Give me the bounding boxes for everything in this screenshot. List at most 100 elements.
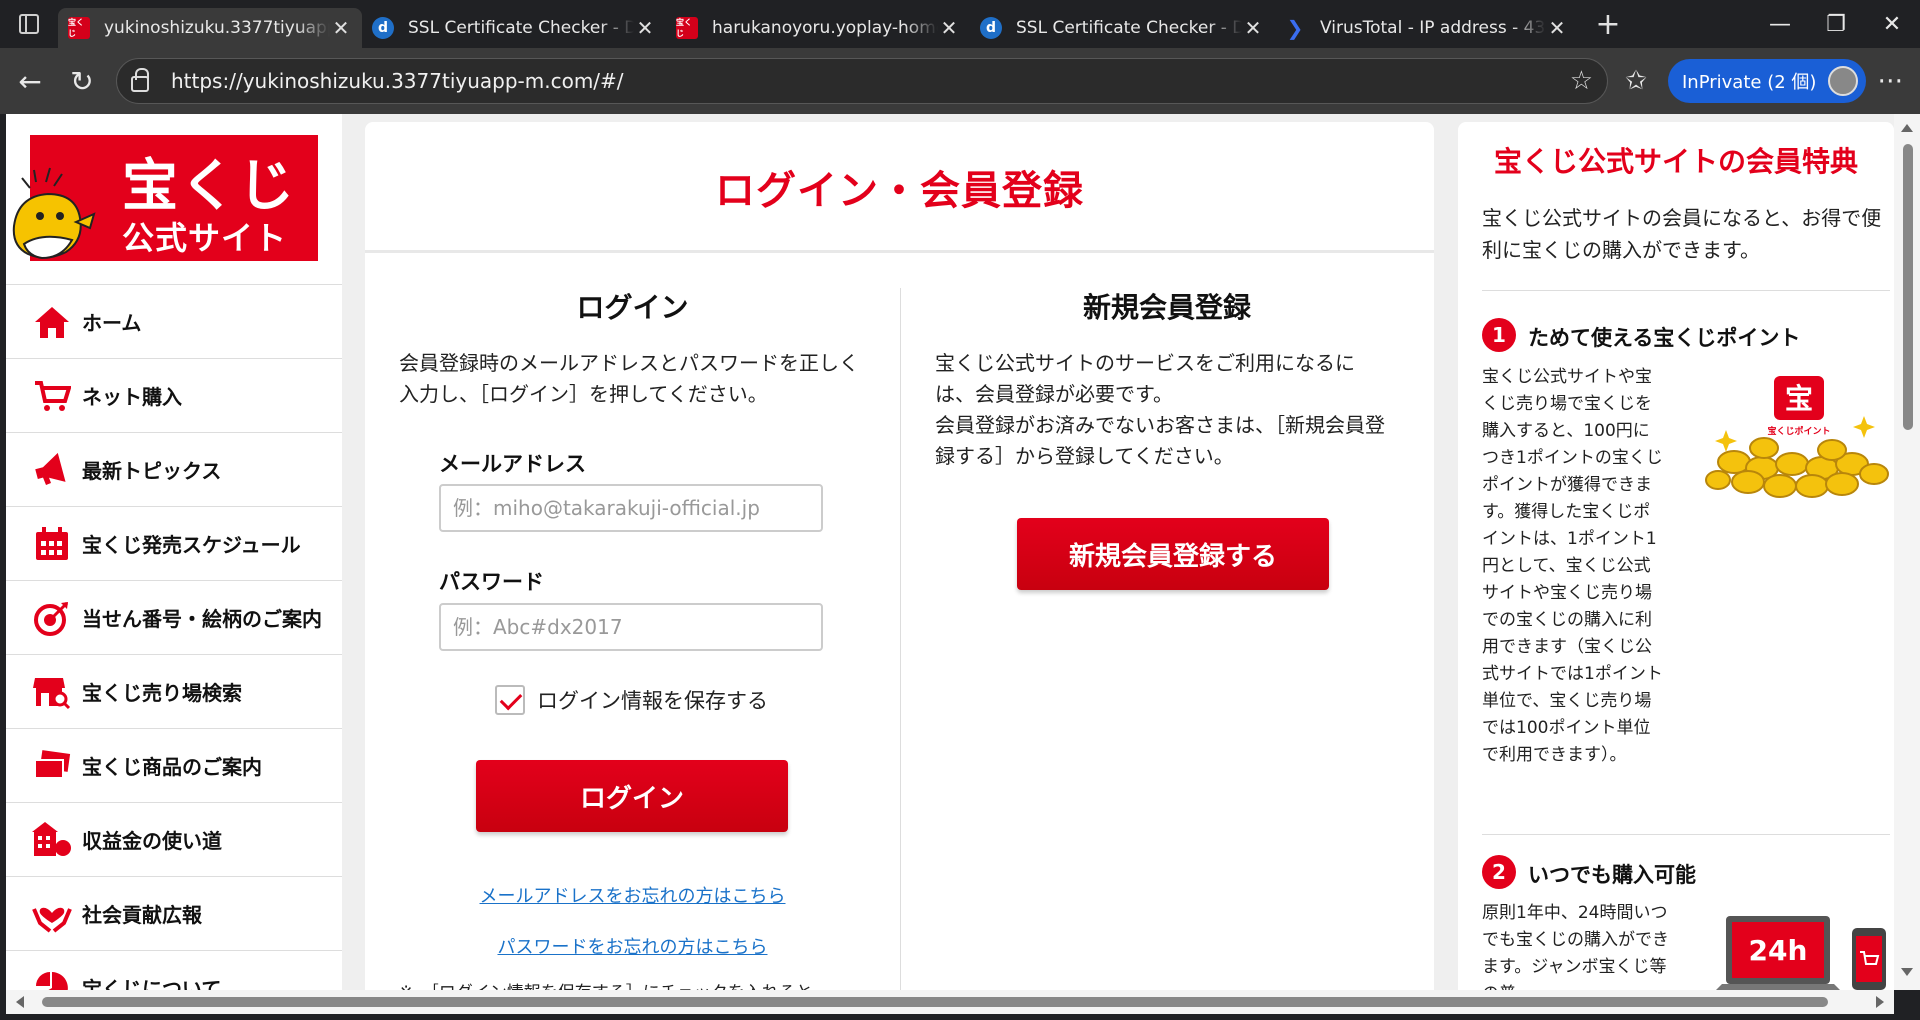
tab-actions-icon	[19, 14, 39, 34]
tab-close-icon[interactable]: ✕	[1546, 16, 1568, 40]
favorites-button[interactable]: ✩	[1608, 66, 1664, 96]
scroll-right-icon[interactable]	[1876, 996, 1884, 1008]
points-caption: 宝くじポイント	[1767, 425, 1830, 437]
tab-actions-button[interactable]	[0, 0, 58, 48]
email-label: メールアドレス	[439, 452, 586, 476]
sidebar-item-label: ネット購入	[82, 385, 182, 409]
profile-avatar	[1828, 66, 1859, 96]
register-button[interactable]: 新規会員登録する	[1017, 518, 1329, 590]
more-menu-button[interactable]: ⋯	[1866, 66, 1914, 96]
sidebar-item-proceeds[interactable]: 収益金の使い道	[6, 802, 342, 876]
tab-close-icon[interactable]: ✕	[1242, 16, 1264, 40]
minimize-icon[interactable]: —	[1752, 0, 1808, 48]
lock-icon[interactable]	[131, 68, 149, 92]
remember-login-checkbox[interactable]	[495, 685, 525, 715]
tab-close-icon[interactable]: ✕	[634, 16, 656, 40]
tab-title: SSL Certificate Checker - DigiCert	[408, 18, 634, 38]
scroll-thumb[interactable]	[42, 997, 1828, 1007]
sidebar-item-label: 最新トピックス	[82, 459, 222, 483]
vertical-scrollbar[interactable]	[1894, 114, 1920, 990]
benefit-heading: いつでも購入可能	[1528, 863, 1696, 887]
browser-tab-3[interactable]: 宝くじ harukanoyoru.yoplay-home.com ✕	[666, 8, 970, 48]
digicert-favicon-icon: d	[372, 17, 394, 39]
sidebar: 宝くじ 公式サイト ホーム ネット購入 最新トピックス 宝くじ発売スケジュール …	[6, 114, 342, 990]
restore-icon[interactable]: ❐	[1808, 0, 1864, 48]
benefits-divider	[1482, 290, 1890, 291]
inprivate-button[interactable]: InPrivate (2 個)	[1668, 59, 1867, 103]
password-field[interactable]	[439, 603, 823, 651]
more-dots-icon: ⋯	[1877, 66, 1904, 96]
tab-close-icon[interactable]: ✕	[330, 16, 352, 40]
browser-tab-5[interactable]: ❯ VirusTotal - IP address - 43 ✕	[1274, 8, 1578, 48]
horizontal-scrollbar[interactable]	[6, 990, 1894, 1014]
close-window-icon[interactable]: ✕	[1864, 0, 1920, 48]
column-divider	[900, 288, 901, 990]
pie-icon	[32, 968, 72, 990]
24h-label: 24h	[1749, 934, 1808, 967]
sidebar-item-net-purchase[interactable]: ネット購入	[6, 358, 342, 432]
refresh-button[interactable]: ↻	[56, 55, 108, 107]
scroll-left-icon[interactable]	[16, 996, 24, 1008]
window-controls: — ❐ ✕	[1752, 0, 1920, 48]
virustotal-favicon-icon: ❯	[1286, 16, 1304, 40]
megaphone-icon	[32, 450, 72, 490]
register-heading: 新規会員登録	[1082, 291, 1251, 324]
hands-heart-icon	[32, 894, 72, 934]
shop-search-icon	[32, 672, 72, 712]
benefit-number-badge: 2	[1482, 855, 1516, 889]
sidebar-item-topics[interactable]: 最新トピックス	[6, 432, 342, 506]
browser-tab-4[interactable]: d SSL Certificate Checker - DigiCert ✕	[970, 8, 1274, 48]
new-tab-button[interactable]: +	[1584, 7, 1632, 42]
favorite-star-icon[interactable]: ☆	[1570, 66, 1593, 96]
title-divider	[365, 250, 1434, 253]
tab-title: VirusTotal - IP address - 43	[1320, 18, 1546, 38]
forgot-email-link[interactable]: メールアドレスをお忘れの方はこちら	[365, 882, 900, 908]
email-field[interactable]	[439, 484, 823, 532]
sidebar-item-label: ホーム	[82, 311, 142, 335]
tab-close-icon[interactable]: ✕	[938, 16, 960, 40]
scroll-thumb[interactable]	[1903, 144, 1913, 430]
sidebar-item-home[interactable]: ホーム	[6, 284, 342, 358]
browser-tab-2[interactable]: d SSL Certificate Checker - DigiCert ✕	[362, 8, 666, 48]
digicert-favicon-icon: d	[980, 17, 1002, 39]
back-button[interactable]: ←	[4, 55, 56, 107]
browser-tab-1[interactable]: 宝くじ yukinoshizuku.3377tiyuapp-m.com ✕	[58, 8, 362, 48]
login-card: ログイン・会員登録 ログイン 会員登録時のメールアドレスとパスワードを正しく入力…	[365, 122, 1434, 990]
logo-text-main: 宝くじ	[122, 154, 296, 219]
home-icon	[32, 302, 72, 342]
inprivate-label: InPrivate (2 個)	[1682, 72, 1817, 93]
sidebar-menu: ホーム ネット購入 最新トピックス 宝くじ発売スケジュール 当せん番号・絵柄のご…	[6, 284, 342, 990]
favorites-list-icon: ✩	[1625, 66, 1647, 96]
cart-icon	[32, 376, 72, 416]
benefits-title: 宝くじ公式サイトの会員特典	[1493, 145, 1858, 178]
scroll-up-icon[interactable]	[1901, 124, 1913, 132]
benefit-heading: ためて使える宝くじポイント	[1528, 326, 1801, 350]
target-icon	[32, 598, 72, 638]
sidebar-item-winning-numbers[interactable]: 当せん番号・絵柄のご案内	[6, 580, 342, 654]
url-bar[interactable]: https://yukinoshizuku.3377tiyuapp-m.com/…	[116, 58, 1608, 104]
benefit-number-badge: 1	[1482, 318, 1516, 352]
sidebar-item-social-contribution[interactable]: 社会貢献広報	[6, 876, 342, 950]
remember-note: ※ ［ログイン情報を保存する］にチェックを入れると、	[399, 978, 879, 990]
sidebar-item-label: 当せん番号・絵柄のご案内	[82, 607, 322, 631]
page-title: ログイン・会員登録	[715, 168, 1084, 214]
sidebar-item-label: 宝くじ売り場検索	[82, 681, 242, 705]
points-badge-char: 宝	[1785, 382, 1813, 415]
url-text[interactable]: https://yukinoshizuku.3377tiyuapp-m.com/…	[171, 69, 1570, 93]
laptop-phone-24h-icon: 24h	[1716, 916, 1886, 990]
takarakuji-favicon-icon: 宝くじ	[676, 17, 698, 39]
benefits-intro: 宝くじ公式サイトの会員になると、お得で便利に宝くじの購入ができます。	[1482, 206, 1882, 262]
sidebar-item-schedule[interactable]: 宝くじ発売スケジュール	[6, 506, 342, 580]
sidebar-item-about[interactable]: 宝くじについて	[6, 950, 342, 990]
remember-login-label[interactable]: ログイン情報を保存する	[537, 685, 768, 715]
sidebar-item-label: 社会貢献広報	[82, 903, 202, 927]
login-button[interactable]: ログイン	[476, 760, 788, 832]
forgot-password-link[interactable]: パスワードをお忘れの方はこちら	[365, 933, 900, 959]
register-description-2: 会員登録がお済みでないお客さまは、［新規会員登録する］から登録してください。	[935, 413, 1385, 468]
sidebar-item-shop-search[interactable]: 宝くじ売り場検索	[6, 654, 342, 728]
sidebar-item-products[interactable]: 宝くじ商品のご案内	[6, 728, 342, 802]
scroll-down-icon[interactable]	[1901, 968, 1913, 976]
tab-title: harukanoyoru.yoplay-home.com	[712, 18, 938, 38]
password-label: パスワード	[439, 570, 544, 594]
login-description: 会員登録時のメールアドレスとパスワードを正しく入力し、［ログイン］を押してくださ…	[399, 351, 859, 406]
